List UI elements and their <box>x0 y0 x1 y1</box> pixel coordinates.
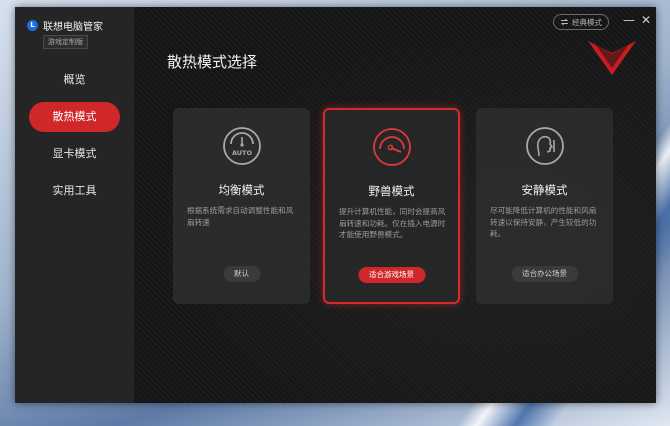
auto-gauge-icon: AUTO <box>222 127 261 165</box>
sidebar-item-overview[interactable]: 概览 <box>29 65 120 95</box>
card-title: 均衡模式 <box>218 183 265 197</box>
card-title: 安静模式 <box>521 183 568 197</box>
card-tag: 适合办公场景 <box>511 266 578 282</box>
card-tag: 适合游戏场景 <box>358 267 425 283</box>
classic-mode-button[interactable]: 经典模式 <box>553 14 609 30</box>
svg-text:AUTO: AUTO <box>231 149 252 157</box>
main-panel: 经典模式 — ✕ 散热模式选择 AUTO 均衡模式 根据系统需求自动调整性能和风… <box>134 7 656 403</box>
classic-mode-label: 经典模式 <box>572 17 602 27</box>
quiet-mode-card[interactable]: 安静模式 尽可能降低计算机的性能和风扇转速以保持安静，产生较低的功耗。 适合办公… <box>476 108 613 304</box>
card-description: 根据系统需求自动调整性能和风扇转速 <box>187 206 294 227</box>
brand: L 联想电脑管家 <box>27 18 103 33</box>
lenovo-logo-icon: L <box>27 20 38 31</box>
edition-badge: 游戏定制版 <box>43 35 88 49</box>
sidebar: L 联想电脑管家 游戏定制版 概览 散热模式 显卡模式 实用工具 <box>15 7 134 403</box>
switch-icon <box>560 18 569 26</box>
sidebar-nav: 概览 散热模式 显卡模式 实用工具 <box>15 65 134 213</box>
sidebar-item-thermal-mode[interactable]: 散热模式 <box>29 102 120 132</box>
page-title: 散热模式选择 <box>167 53 258 71</box>
sidebar-item-gpu-mode[interactable]: 显卡模式 <box>29 139 120 169</box>
beast-mode-card[interactable]: 野兽模式 提升计算机性能，同时会提高风扇转速和功耗。仅在插入电源时才能使用野兽模… <box>323 108 460 304</box>
performance-gauge-icon <box>372 128 411 166</box>
card-description: 尽可能降低计算机的性能和风扇转速以保持安静，产生较低的功耗。 <box>490 206 597 238</box>
balanced-mode-card[interactable]: AUTO 均衡模式 根据系统需求自动调整性能和风扇转速 默认 <box>173 108 310 304</box>
sidebar-item-utilities[interactable]: 实用工具 <box>29 176 120 206</box>
card-title: 野兽模式 <box>368 184 415 198</box>
app-title: 联想电脑管家 <box>43 22 103 33</box>
quiet-hush-icon <box>525 127 564 165</box>
card-tag: 默认 <box>223 266 260 282</box>
app-window: L 联想电脑管家 游戏定制版 概览 散热模式 显卡模式 实用工具 经典模式 — … <box>15 7 656 403</box>
minimize-button[interactable]: — <box>622 13 636 27</box>
legion-logo-icon <box>588 41 636 75</box>
card-description: 提升计算机性能，同时会提高风扇转速和功耗。仅在插入电源时才能使用野兽模式。 <box>339 207 446 239</box>
close-button[interactable]: ✕ <box>639 13 653 27</box>
